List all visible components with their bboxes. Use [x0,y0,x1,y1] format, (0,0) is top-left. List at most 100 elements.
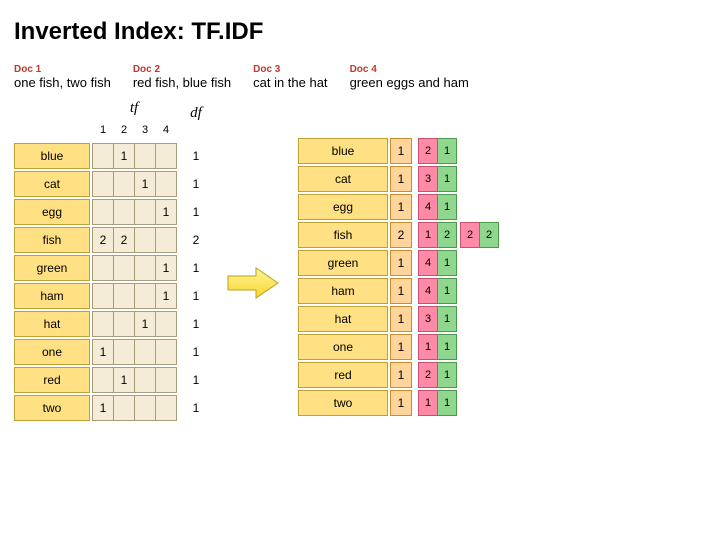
df-cell: 2 [184,227,208,253]
term-cell: one [14,339,90,365]
df-cell: 1 [390,334,412,360]
df-cell: 1 [184,395,208,421]
tf-cell [134,395,156,421]
term-cell: hat [298,306,388,332]
df-label: df [184,100,208,126]
tf-cell [155,395,177,421]
doc-label: Doc 3 [253,64,327,75]
table-row: hat11 [14,311,208,337]
term-cell: blue [298,138,388,164]
posting-count: 1 [437,138,457,164]
tf-cell [113,199,135,225]
table-row: two11 [14,395,208,421]
table-row: green141 [298,250,498,276]
tf-cell [92,171,114,197]
posting-doc: 3 [418,306,438,332]
term-cell: two [14,395,90,421]
df-cell: 1 [184,367,208,393]
doc-4: Doc 4green eggs and ham [350,64,469,90]
df-cell: 1 [390,306,412,332]
tf-cell: 1 [113,367,135,393]
term-cell: two [298,390,388,416]
tf-cell [92,283,114,309]
posting-count: 1 [437,166,457,192]
tf-col-header: 1 [92,117,114,143]
tf-cell [134,283,156,309]
term-cell: cat [298,166,388,192]
posting-doc: 1 [418,390,438,416]
tf-cell: 1 [92,339,114,365]
posting-doc: 1 [418,334,438,360]
table-row: green11 [14,255,208,281]
tf-cell [134,199,156,225]
doc-text: cat in the hat [253,75,327,90]
posting-count: 2 [437,222,457,248]
tf-cell [134,255,156,281]
page-title: Inverted Index: TF.IDF [14,18,706,46]
table-row: ham141 [298,278,498,304]
tf-cell [155,227,177,253]
term-cell: fish [14,227,90,253]
doc-3: Doc 3cat in the hat [253,64,327,90]
tf-col-header: 3 [134,117,156,143]
df-cell: 1 [390,362,412,388]
tf-cell [113,283,135,309]
posting-doc: 2 [418,138,438,164]
posting-doc: 3 [418,166,438,192]
term-cell: green [14,255,90,281]
table-row: egg 11 [14,199,208,225]
df-cell: 1 [390,166,412,192]
df-cell: 1 [184,311,208,337]
posting-count: 1 [437,362,457,388]
doc-label: Doc 2 [133,64,231,75]
table-row: cat131 [298,166,498,192]
posting-count: 1 [437,306,457,332]
tf-cell: 1 [134,171,156,197]
posting-doc: 4 [418,250,438,276]
df-cell: 2 [390,222,412,248]
posting-doc: 2 [418,362,438,388]
table-row: fish222 [14,227,208,253]
df-cell: 1 [184,255,208,281]
tf-cell: 1 [155,283,177,309]
posting-count: 2 [479,222,499,248]
term-cell: egg [298,194,388,220]
table-row: fish21222 [298,222,498,248]
tf-col-header: 2 [113,117,135,143]
table-row: blue11 [14,143,208,169]
tf-cell: 1 [155,199,177,225]
tf-cell [155,367,177,393]
df-cell: 1 [184,171,208,197]
tf-cell [155,143,177,169]
tf-cell [113,395,135,421]
tf-cell [113,255,135,281]
tf-cell: 2 [113,227,135,253]
tf-cell [134,143,156,169]
posting-doc: 2 [460,222,480,248]
table-row: ham11 [14,283,208,309]
tf-cell [92,367,114,393]
df-cell: 1 [184,199,208,225]
df-cell: 1 [390,138,412,164]
tf-cell [134,367,156,393]
tf-cell [113,171,135,197]
tf-col-header: 4 [155,117,177,143]
doc-text: green eggs and ham [350,75,469,90]
table-row: hat131 [298,306,498,332]
table-row: one111 [298,334,498,360]
df-cell: 1 [390,390,412,416]
tf-cell [155,339,177,365]
doc-text: one fish, two fish [14,75,111,90]
table-row: one11 [14,339,208,365]
tf-cell: 1 [134,311,156,337]
table-row: two111 [298,390,498,416]
tf-cell [92,199,114,225]
tf-cell [92,143,114,169]
term-cell: ham [14,283,90,309]
term-cell: red [14,367,90,393]
posting-count: 1 [437,194,457,220]
tf-cell [155,171,177,197]
df-cell: 1 [184,143,208,169]
term-cell: red [298,362,388,388]
term-cell: egg [14,199,90,225]
